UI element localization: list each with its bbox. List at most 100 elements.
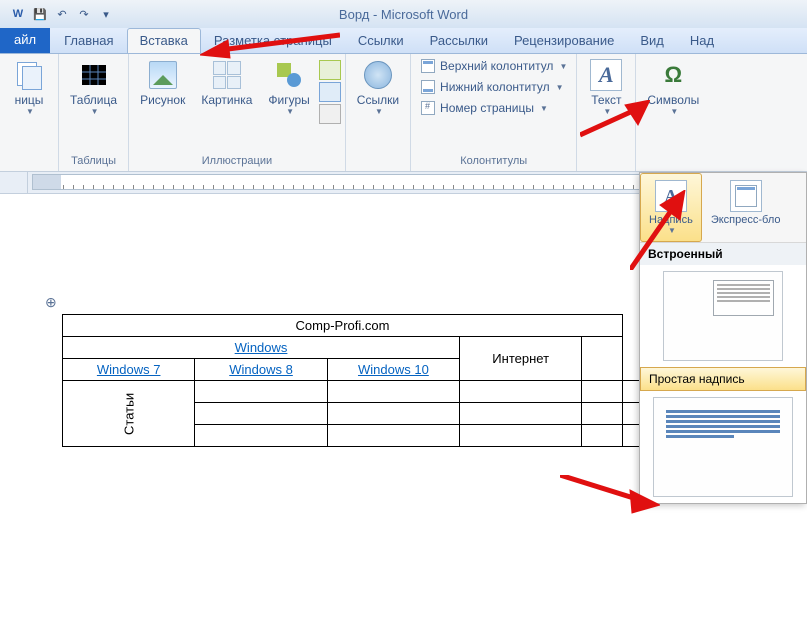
clipart-button[interactable]: Картинка: [194, 56, 259, 110]
gallery-item-thumb[interactable]: [653, 397, 793, 497]
pages-icon: [15, 61, 43, 89]
table-cell[interactable]: [460, 381, 582, 403]
picture-button[interactable]: Рисунок: [133, 56, 192, 110]
page-number-button[interactable]: Номер страницы ▼: [415, 98, 572, 118]
table-row: Comp-Profi.com: [63, 315, 640, 337]
table-cell[interactable]: Windows 8: [195, 359, 327, 381]
table-cell[interactable]: [327, 425, 459, 447]
table-label: Таблица: [70, 93, 117, 107]
table-link[interactable]: Windows 8: [229, 362, 293, 377]
table-cell[interactable]: [582, 403, 623, 425]
table-cell[interactable]: [327, 403, 459, 425]
table-cell[interactable]: [582, 425, 623, 447]
textbox-tool-label: Надпись: [649, 214, 693, 226]
clipart-label: Картинка: [201, 93, 252, 107]
chevron-down-icon: ▼: [668, 226, 676, 235]
tab-references[interactable]: Ссылки: [345, 28, 417, 53]
window-title: Ворд - Microsoft Word: [339, 7, 468, 22]
table-cell[interactable]: [327, 381, 459, 403]
footer-label: Нижний колонтитул: [440, 80, 550, 94]
tab-file[interactable]: айл: [0, 28, 50, 53]
text-label: Текст: [591, 93, 621, 107]
tab-page-layout[interactable]: Разметка страницы: [201, 28, 345, 53]
tab-insert[interactable]: Вставка: [127, 28, 201, 53]
table-cell[interactable]: Windows 10: [327, 359, 459, 381]
table-cell[interactable]: Интернет: [460, 337, 582, 381]
tab-addins[interactable]: Над: [677, 28, 727, 53]
table-cell[interactable]: [582, 381, 623, 403]
table-cell[interactable]: Comp-Profi.com: [63, 315, 623, 337]
table-cell[interactable]: [460, 403, 582, 425]
page-number-label: Номер страницы: [440, 101, 534, 115]
header-button[interactable]: Верхний колонтитул ▼: [415, 56, 572, 76]
table-cell[interactable]: [582, 337, 623, 381]
pages-button[interactable]: ницы ▼: [4, 56, 54, 119]
smartart-icon[interactable]: [319, 60, 341, 80]
table-cell[interactable]: [195, 425, 327, 447]
table-cell[interactable]: [623, 403, 640, 425]
table-link[interactable]: Windows 10: [358, 362, 429, 377]
ruler-margin-left: [33, 175, 61, 189]
table-icon: [80, 61, 108, 89]
textbox-tool[interactable]: Надпись ▼: [640, 173, 702, 242]
symbols-button[interactable]: Ω Символы ▼: [640, 56, 706, 119]
tab-home[interactable]: Главная: [51, 28, 126, 53]
links-label: Ссылки: [357, 93, 399, 107]
gallery-toolbar: Надпись ▼ Экспресс-бло: [640, 173, 806, 243]
table-cell[interactable]: Windows 7: [63, 359, 195, 381]
group-pages: ницы ▼: [0, 54, 59, 171]
group-header-footer-label: Колонтитулы: [415, 155, 572, 169]
undo-icon[interactable]: ↶: [52, 4, 72, 24]
chevron-down-icon: ▼: [559, 62, 567, 71]
shapes-button[interactable]: Фигуры ▼: [261, 56, 316, 119]
save-icon[interactable]: 💾: [30, 4, 50, 24]
chevron-down-icon: ▼: [26, 107, 34, 116]
gallery-item-thumb[interactable]: [663, 271, 783, 361]
footer-icon: [421, 80, 435, 94]
chart-icon[interactable]: [319, 82, 341, 102]
redo-icon[interactable]: ↷: [74, 4, 94, 24]
picture-label: Рисунок: [140, 93, 185, 107]
group-symbols: Ω Символы ▼: [636, 54, 710, 171]
tab-review[interactable]: Рецензирование: [501, 28, 627, 53]
table-cell[interactable]: [195, 403, 327, 425]
table-cell[interactable]: Windows: [63, 337, 460, 359]
chevron-down-icon: ▼: [540, 104, 548, 113]
table-cell[interactable]: [623, 425, 640, 447]
table-cell[interactable]: [460, 425, 582, 447]
text-icon: A: [590, 59, 622, 91]
word-icon[interactable]: W: [8, 4, 28, 24]
textbox-icon: [655, 180, 687, 212]
quickparts-tool[interactable]: Экспресс-бло: [702, 173, 790, 242]
table-cell[interactable]: [195, 381, 327, 403]
group-illustrations-label: Иллюстрации: [133, 155, 341, 169]
group-text: A Текст ▼: [577, 54, 636, 171]
gallery-item-label[interactable]: Простая надпись: [640, 367, 806, 391]
group-links: Ссылки ▼: [346, 54, 411, 171]
screenshot-icon[interactable]: [319, 104, 341, 124]
links-button[interactable]: Ссылки ▼: [350, 56, 406, 119]
chevron-down-icon: ▼: [375, 107, 383, 116]
qat-customize-icon[interactable]: ▾: [96, 4, 116, 24]
chevron-down-icon: ▼: [91, 107, 99, 116]
symbols-label: Символы: [647, 93, 699, 107]
picture-icon: [149, 61, 177, 89]
table-cell[interactable]: [623, 381, 640, 403]
tab-view[interactable]: Вид: [627, 28, 677, 53]
symbol-icon: Ω: [659, 61, 687, 89]
footer-button[interactable]: Нижний колонтитул ▼: [415, 77, 572, 97]
tab-mailings[interactable]: Рассылки: [417, 28, 501, 53]
anchor-icon: ⊕: [45, 294, 57, 311]
chevron-down-icon: ▼: [670, 107, 678, 116]
gallery-section-builtin: Встроенный: [640, 243, 806, 265]
header-icon: [421, 59, 435, 73]
text-button[interactable]: A Текст ▼: [581, 56, 631, 119]
group-tables: Таблица ▼ Таблицы: [59, 54, 129, 171]
table-link[interactable]: Windows: [235, 340, 288, 355]
table-button[interactable]: Таблица ▼: [63, 56, 124, 119]
shapes-label: Фигуры: [268, 93, 309, 107]
table-link[interactable]: Windows 7: [97, 362, 161, 377]
document-table[interactable]: Comp-Profi.com Windows Интернет Windows 7…: [62, 314, 640, 447]
table-cell-vertical[interactable]: Статьи: [63, 381, 195, 447]
ribbon-tabs: айл Главная Вставка Разметка страницы Сс…: [0, 28, 807, 54]
